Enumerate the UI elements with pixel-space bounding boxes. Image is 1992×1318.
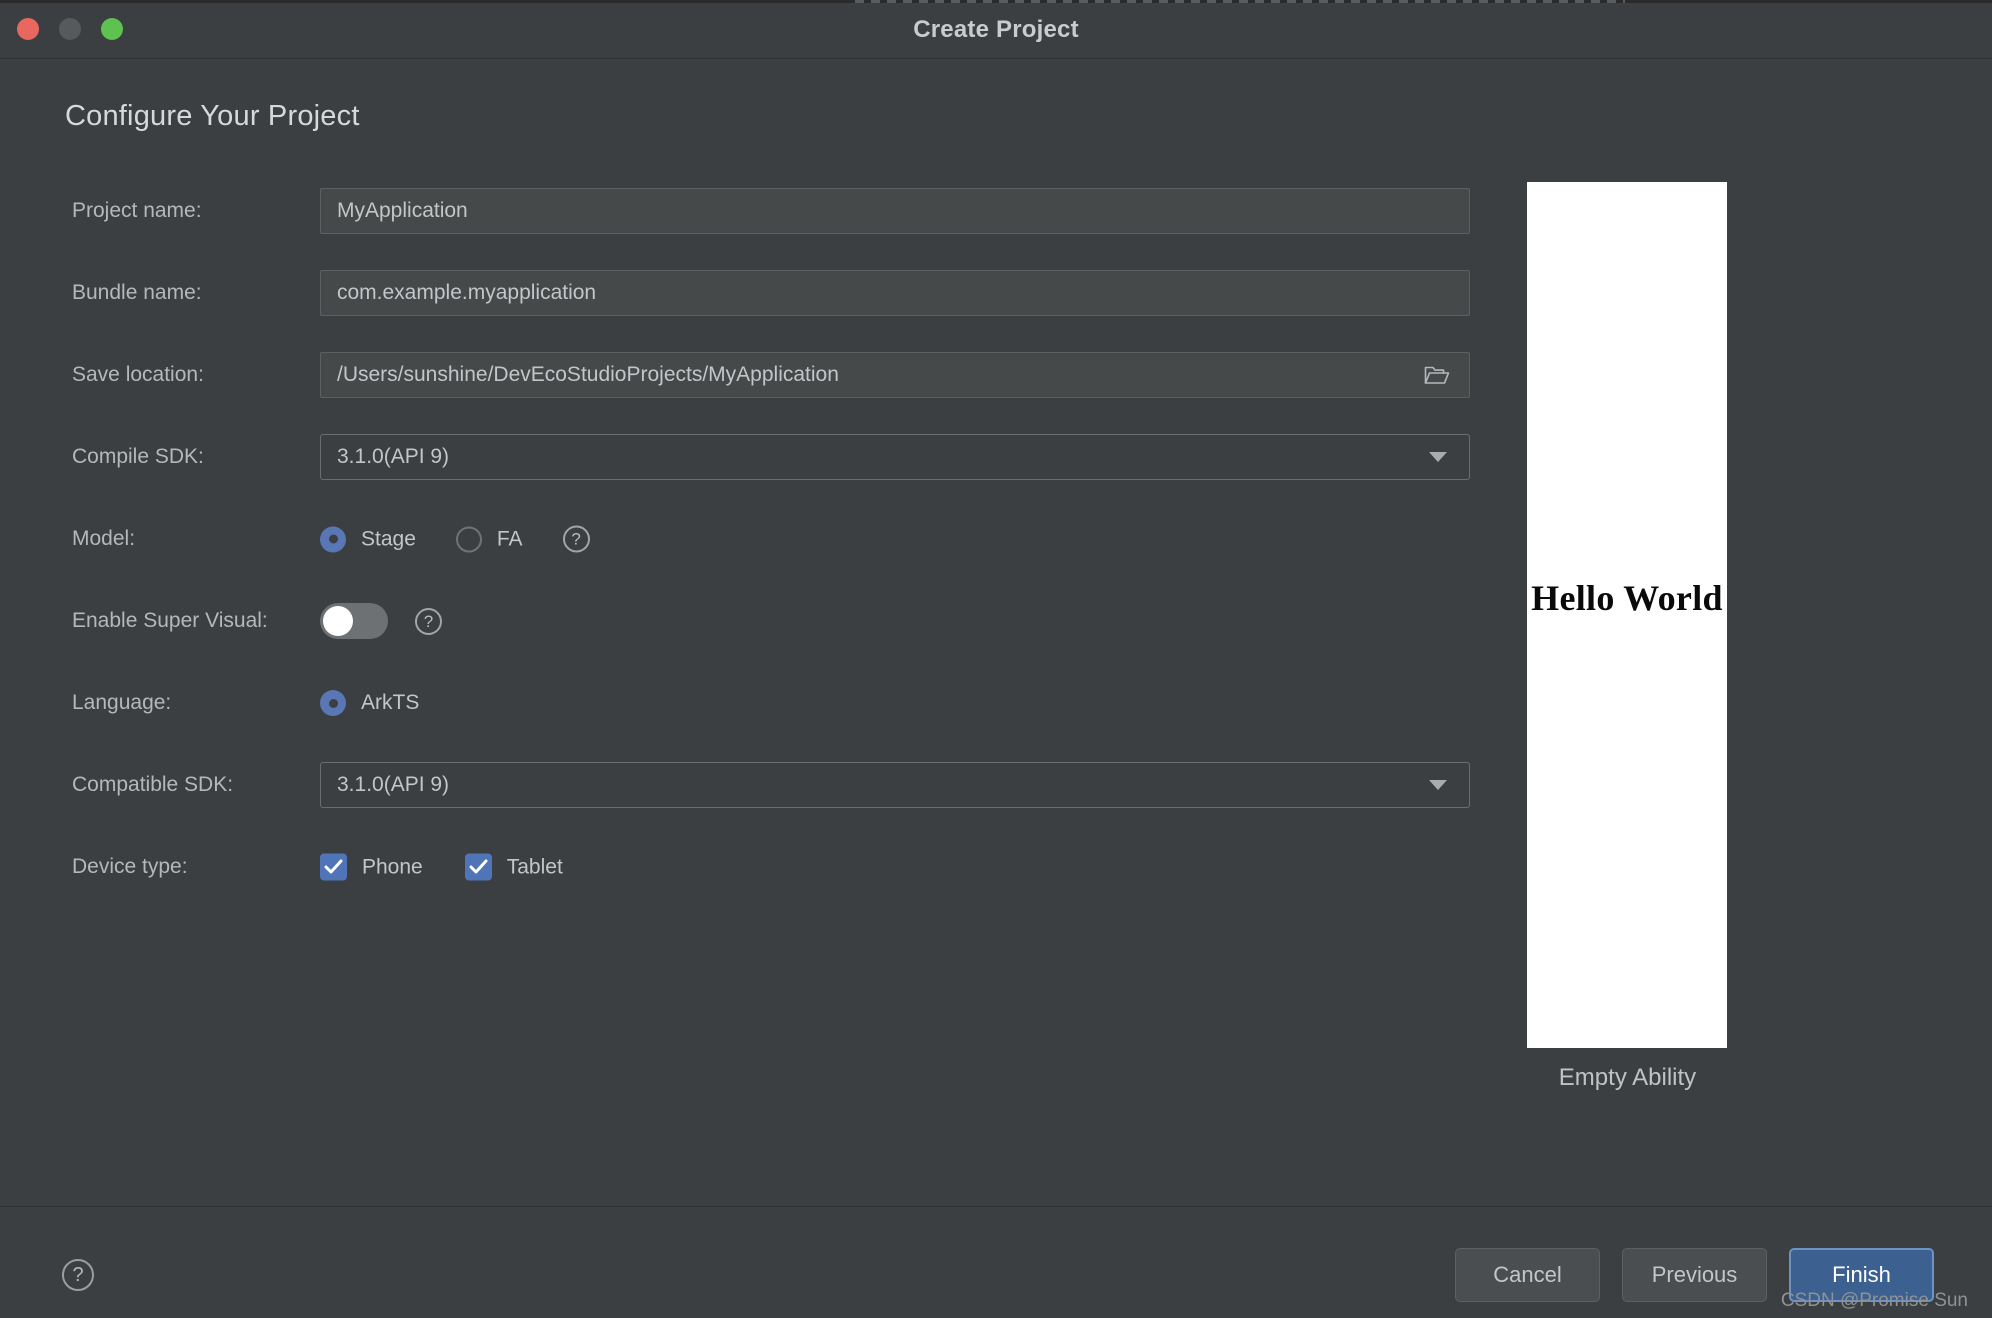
- checkbox-option-phone[interactable]: Phone: [320, 853, 423, 881]
- compatible-sdk-value: 3.1.0(API 9): [337, 773, 450, 796]
- compatible-sdk-select[interactable]: 3.1.0(API 9): [320, 762, 1470, 808]
- enable-super-visual-control: ?: [320, 603, 442, 639]
- template-preview: Hello World: [1527, 182, 1727, 1048]
- radio-option-stage[interactable]: Stage: [320, 526, 416, 552]
- row-save-location: Save location: /Users/sunshine/DevEcoStu…: [0, 334, 1500, 416]
- watermark: CSDN @Promise Sun: [1780, 1290, 1968, 1311]
- compile-sdk-value: 3.1.0(API 9): [337, 445, 450, 468]
- language-label: Language:: [72, 691, 172, 714]
- preview-hello-world-text: Hello World: [1531, 578, 1723, 618]
- radio-option-arkts[interactable]: ArkTS: [320, 690, 419, 716]
- checkbox-phone-indicator: [320, 853, 347, 881]
- radio-fa-indicator: [455, 526, 482, 552]
- radio-stage-indicator: [320, 526, 346, 552]
- device-type-control: Phone Tablet: [320, 853, 605, 881]
- footer-divider: [0, 1206, 1992, 1207]
- help-icon[interactable]: ?: [62, 1259, 94, 1291]
- row-device-type: Device type: Phone Tablet: [0, 826, 1500, 908]
- page-title: Configure Your Project: [65, 100, 360, 132]
- save-location-control: /Users/sunshine/DevEcoStudioProjects/MyA…: [320, 352, 1470, 398]
- checkbox-option-tablet[interactable]: Tablet: [464, 853, 563, 881]
- model-control: Stage FA ?: [320, 525, 590, 553]
- toggle-knob: [323, 606, 353, 636]
- checkbox-tablet-indicator: [464, 853, 492, 881]
- row-project-name: Project name: MyApplication: [0, 170, 1500, 252]
- window-title: Create Project: [913, 16, 1079, 43]
- cancel-button[interactable]: Cancel: [1455, 1248, 1600, 1302]
- row-compile-sdk: Compile SDK: 3.1.0(API 9): [0, 416, 1500, 498]
- bundle-name-input[interactable]: com.example.myapplication: [320, 270, 1470, 316]
- compatible-sdk-control: 3.1.0(API 9): [320, 762, 1470, 808]
- save-location-label: Save location:: [72, 363, 204, 386]
- model-label: Model:: [72, 527, 136, 550]
- project-name-input[interactable]: MyApplication: [320, 188, 1470, 234]
- row-enable-super-visual: Enable Super Visual: ?: [0, 580, 1500, 662]
- device-type-label: Device type:: [72, 855, 188, 878]
- radio-arkts-label: ArkTS: [361, 691, 420, 714]
- project-name-control: MyApplication: [320, 188, 1470, 234]
- create-project-dialog: Create Project Configure Your Project Pr…: [0, 0, 1992, 1318]
- folder-open-icon[interactable]: [1424, 364, 1450, 386]
- checkbox-tablet-label: Tablet: [506, 855, 563, 878]
- enable-super-visual-toggle[interactable]: [320, 603, 388, 639]
- project-name-label: Project name:: [72, 199, 202, 222]
- title-bar: Create Project: [0, 0, 1992, 59]
- compatible-sdk-label: Compatible SDK:: [72, 773, 234, 796]
- previous-button[interactable]: Previous: [1622, 1248, 1767, 1302]
- compile-sdk-select[interactable]: 3.1.0(API 9): [320, 434, 1470, 480]
- language-control: ArkTS: [320, 690, 459, 716]
- chevron-down-icon: [1429, 452, 1447, 462]
- radio-fa-label: FA: [496, 527, 523, 550]
- row-compatible-sdk: Compatible SDK: 3.1.0(API 9): [0, 744, 1500, 826]
- enable-super-visual-label: Enable Super Visual:: [72, 609, 268, 632]
- save-location-input[interactable]: /Users/sunshine/DevEcoStudioProjects/MyA…: [320, 352, 1470, 398]
- model-help-icon[interactable]: ?: [562, 525, 590, 553]
- radio-arkts-indicator: [320, 690, 346, 716]
- row-bundle-name: Bundle name: com.example.myapplication: [0, 252, 1500, 334]
- bundle-name-control: com.example.myapplication: [320, 270, 1470, 316]
- row-language: Language: ArkTS: [0, 662, 1500, 744]
- compile-sdk-label: Compile SDK:: [72, 445, 204, 468]
- row-model: Model: Stage FA ?: [0, 498, 1500, 580]
- chevron-down-icon: [1429, 780, 1447, 790]
- radio-option-fa[interactable]: FA: [455, 526, 523, 552]
- super-visual-help-icon[interactable]: ?: [415, 607, 442, 635]
- bundle-name-label: Bundle name:: [72, 281, 202, 304]
- radio-stage-label: Stage: [361, 527, 416, 550]
- checkbox-phone-label: Phone: [362, 855, 423, 878]
- project-config-form: Project name: MyApplication Bundle name:…: [0, 170, 1500, 908]
- preview-caption: Empty Ability: [1558, 1064, 1697, 1091]
- compile-sdk-control: 3.1.0(API 9): [320, 434, 1470, 480]
